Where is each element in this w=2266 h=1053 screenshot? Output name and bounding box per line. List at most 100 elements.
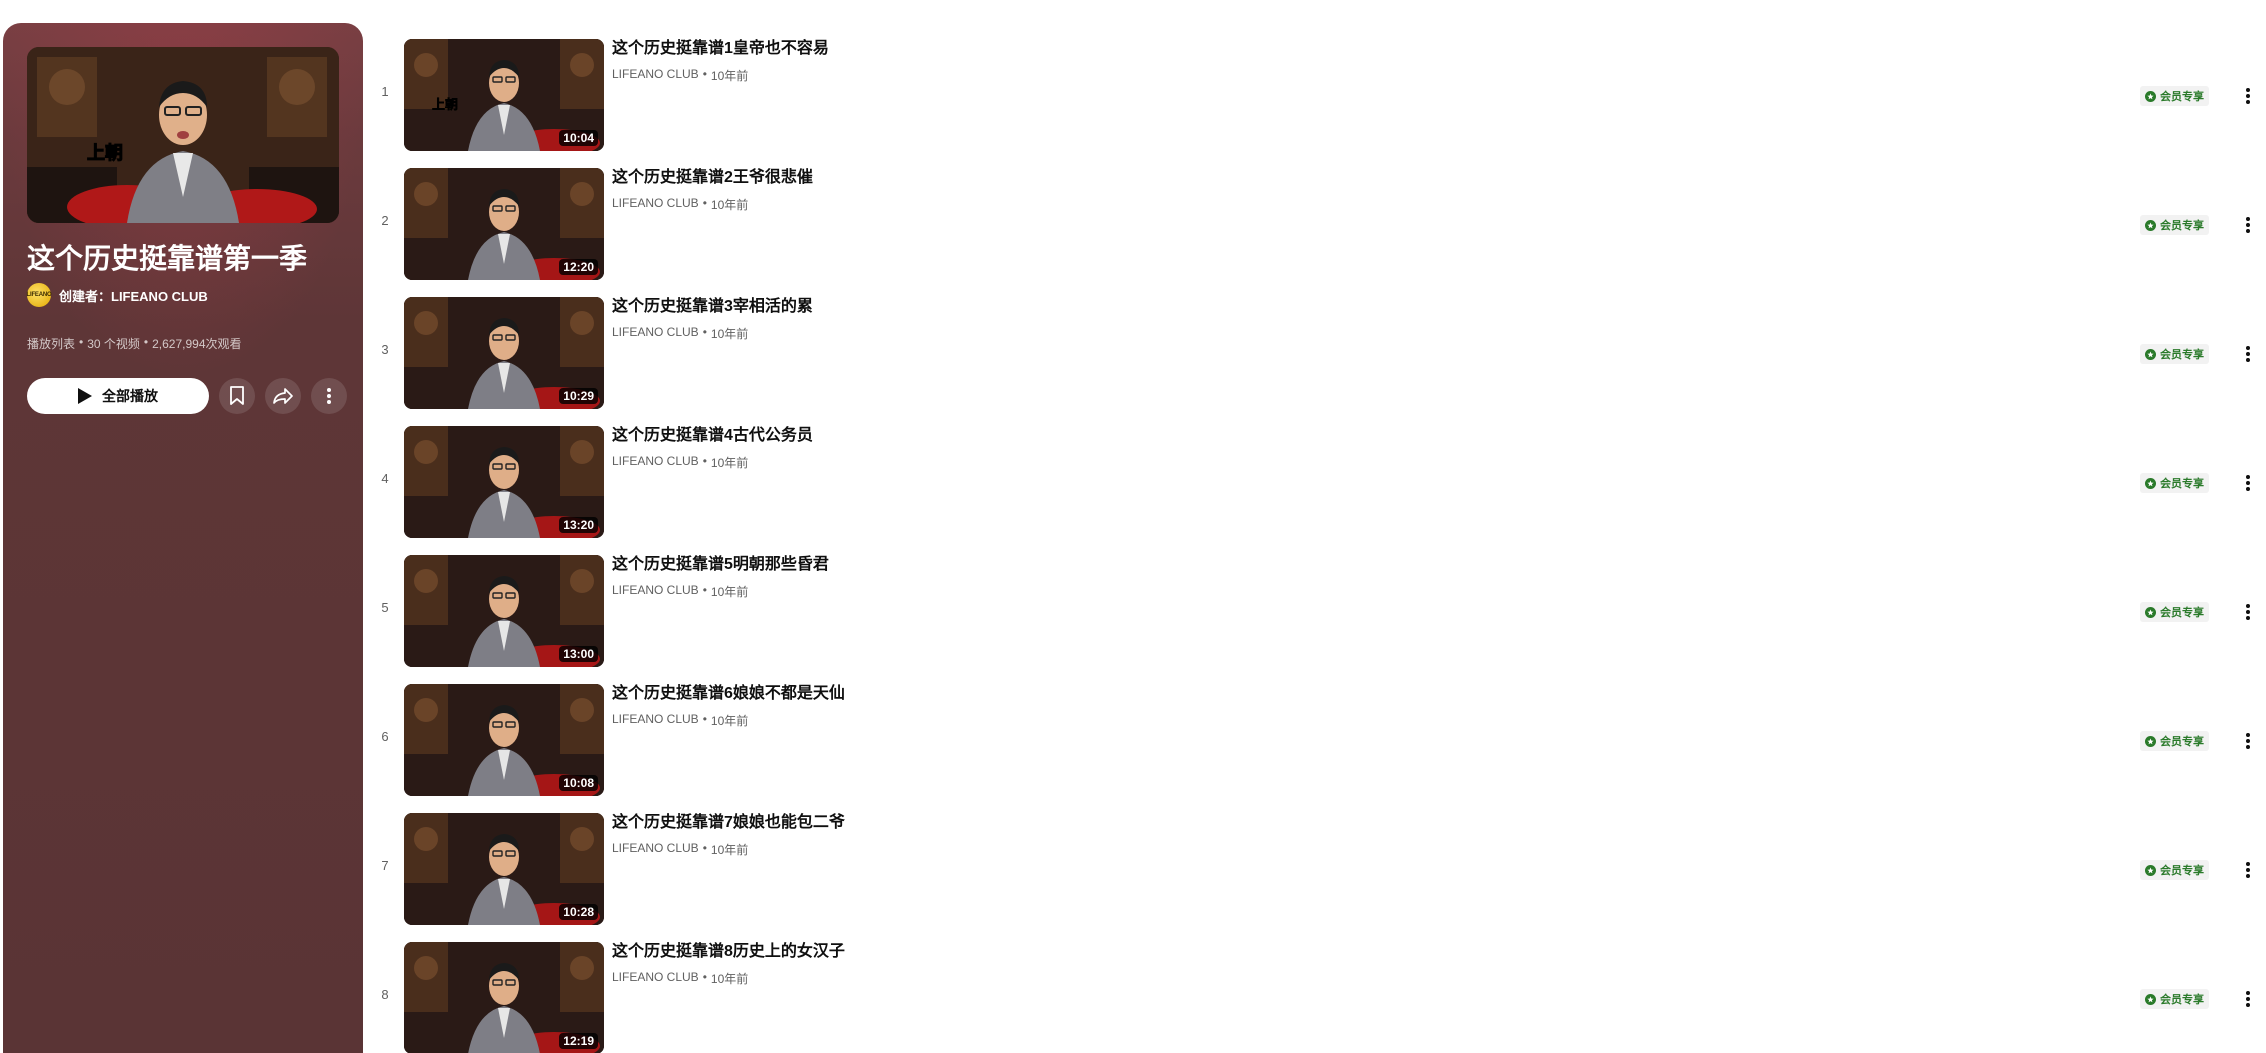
video-row[interactable]: 4 13:20 这个历史挺靠谱4古代公务员 LIFEANO CLUB • 10年… — [370, 421, 2260, 550]
more-vert-icon — [2246, 991, 2250, 1007]
video-more-button[interactable] — [2230, 465, 2266, 501]
video-index: 1 — [381, 84, 389, 99]
more-vert-icon — [2246, 862, 2250, 878]
video-index: 6 — [381, 729, 389, 744]
video-row[interactable]: 3 10:29 这个历史挺靠谱3宰相活的累 LIFEANO CLUB • 10年… — [370, 292, 2260, 421]
video-duration: 12:20 — [559, 259, 598, 275]
members-icon — [2145, 219, 2156, 231]
members-icon — [2145, 606, 2156, 618]
members-icon — [2145, 993, 2156, 1005]
video-title[interactable]: 这个历史挺靠谱6娘娘不都是天仙 — [612, 683, 845, 705]
video-title[interactable]: 这个历史挺靠谱8历史上的女汉子 — [612, 941, 845, 963]
save-playlist-button[interactable] — [219, 378, 255, 414]
video-age: 10年前 — [710, 198, 749, 212]
video-thumbnail[interactable]: 13:00 — [404, 555, 604, 667]
badge-label: 会员专享 — [2160, 349, 2204, 361]
video-more-button[interactable] — [2230, 852, 2266, 888]
video-more-button[interactable] — [2230, 594, 2266, 630]
video-row[interactable]: 5 13:00 这个历史挺靠谱5明朝那些昏君 LIFEANO CLUB • 10… — [370, 550, 2260, 679]
playlist-video-count: 30 个视频 — [87, 337, 140, 351]
members-icon — [2145, 348, 2156, 360]
svg-text:上朝: 上朝 — [87, 142, 123, 164]
video-thumbnail[interactable]: 10:29 — [404, 297, 604, 409]
video-row[interactable]: 1 上朝 10:04 这个历史挺靠谱1皇帝也不容易 LIFEANO CLUB •… — [370, 34, 2260, 163]
video-row[interactable]: 6 10:08 这个历史挺靠谱6娘娘不都是天仙 LIFEANO CLUB • 1… — [370, 679, 2260, 808]
play-all-button[interactable]: 全部播放 — [27, 378, 209, 414]
creator-label[interactable]: 创建者：LIFEANO CLUB — [59, 286, 208, 305]
video-thumbnail[interactable]: 13:20 — [404, 426, 604, 538]
video-title[interactable]: 这个历史挺靠谱2王爷很悲催 — [612, 167, 813, 189]
video-channel[interactable]: LIFEANO CLUB — [612, 970, 699, 987]
video-thumbnail[interactable]: 10:08 — [404, 684, 604, 796]
playlist-actions: 全部播放 — [27, 378, 347, 414]
video-channel[interactable]: LIFEANO CLUB — [612, 196, 699, 213]
members-only-badge: 会员专享 — [2140, 86, 2209, 106]
members-icon — [2145, 90, 2156, 102]
badge-label: 会员专享 — [2160, 865, 2204, 877]
video-title[interactable]: 这个历史挺靠谱1皇帝也不容易 — [612, 38, 829, 60]
video-info: 这个历史挺靠谱2王爷很悲催 LIFEANO CLUB • 10年前 — [612, 167, 813, 213]
playlist-creator[interactable]: LIFEANO 创建者：LIFEANO CLUB — [27, 283, 208, 307]
video-duration: 13:20 — [559, 517, 598, 533]
video-info: 这个历史挺靠谱8历史上的女汉子 LIFEANO CLUB • 10年前 — [612, 941, 845, 987]
share-button[interactable] — [265, 378, 301, 414]
video-channel[interactable]: LIFEANO CLUB — [612, 712, 699, 729]
video-age: 10年前 — [710, 327, 749, 341]
video-title[interactable]: 这个历史挺靠谱5明朝那些昏君 — [612, 554, 829, 576]
playlist-cover-thumbnail[interactable]: 上朝 — [27, 47, 339, 223]
video-thumbnail[interactable]: 12:20 — [404, 168, 604, 280]
playlist-title: 这个历史挺靠谱第一季 — [27, 243, 308, 274]
badge-label: 会员专享 — [2160, 91, 2204, 103]
members-icon — [2145, 864, 2156, 876]
video-more-button[interactable] — [2230, 723, 2266, 759]
video-duration: 12:19 — [559, 1033, 598, 1049]
video-channel[interactable]: LIFEANO CLUB — [612, 583, 699, 600]
video-thumbnail[interactable]: 12:19 — [404, 942, 604, 1053]
playlist-video-list: 1 上朝 10:04 这个历史挺靠谱1皇帝也不容易 LIFEANO CLUB •… — [370, 34, 2260, 1053]
video-title[interactable]: 这个历史挺靠谱7娘娘也能包二爷 — [612, 812, 845, 834]
badge-label: 会员专享 — [2160, 994, 2204, 1006]
creator-avatar[interactable]: LIFEANO — [27, 283, 52, 307]
video-channel[interactable]: LIFEANO CLUB — [612, 67, 699, 84]
video-thumbnail[interactable]: 上朝 10:04 — [404, 39, 604, 151]
video-info: 这个历史挺靠谱3宰相活的累 LIFEANO CLUB • 10年前 — [612, 296, 813, 342]
play-icon — [78, 388, 92, 404]
video-duration: 10:28 — [559, 904, 598, 920]
more-vert-icon — [2246, 733, 2250, 749]
video-meta: LIFEANO CLUB • 10年前 — [612, 454, 749, 471]
video-channel[interactable]: LIFEANO CLUB — [612, 841, 699, 858]
video-title[interactable]: 这个历史挺靠谱3宰相活的累 — [612, 296, 813, 318]
playlist-meta: 播放列表 • 30 个视频 • 2,627,994次观看 — [27, 335, 242, 351]
share-icon — [273, 388, 293, 404]
video-row[interactable]: 7 10:28 这个历史挺靠谱7娘娘也能包二爷 LIFEANO CLUB • 1… — [370, 808, 2260, 937]
cover-image: 上朝 — [27, 47, 339, 223]
video-index: 7 — [381, 858, 389, 873]
playlist-header-panel: 上朝 这个历史挺靠谱第一季 LIFEANO 创建者：LIFEANO CLUB 播… — [3, 23, 363, 1053]
video-index: 5 — [381, 600, 389, 615]
video-row[interactable]: 8 12:19 这个历史挺靠谱8历史上的女汉子 LIFEANO CLUB • 1… — [370, 937, 2260, 1053]
video-thumbnail[interactable]: 10:28 — [404, 813, 604, 925]
video-duration: 10:04 — [559, 130, 598, 146]
video-more-button[interactable] — [2230, 981, 2266, 1017]
playlist-type: 播放列表 — [27, 337, 76, 351]
members-only-badge: 会员专享 — [2140, 989, 2209, 1009]
bookmark-icon — [230, 386, 244, 405]
video-title[interactable]: 这个历史挺靠谱4古代公务员 — [612, 425, 813, 447]
video-more-button[interactable] — [2230, 78, 2266, 114]
video-more-button[interactable] — [2230, 207, 2266, 243]
video-row[interactable]: 2 12:20 这个历史挺靠谱2王爷很悲催 LIFEANO CLUB • 10年… — [370, 163, 2260, 292]
playlist-views: 2,627,994次观看 — [152, 337, 242, 351]
video-channel[interactable]: LIFEANO CLUB — [612, 454, 699, 471]
play-all-label: 全部播放 — [102, 388, 158, 404]
members-only-badge: 会员专享 — [2140, 344, 2209, 364]
video-channel[interactable]: LIFEANO CLUB — [612, 325, 699, 342]
more-actions-button[interactable] — [311, 378, 347, 414]
more-vert-icon — [2246, 88, 2250, 104]
video-meta: LIFEANO CLUB • 10年前 — [612, 970, 749, 987]
video-more-button[interactable] — [2230, 336, 2266, 372]
more-vert-icon — [2246, 346, 2250, 362]
video-meta: LIFEANO CLUB • 10年前 — [612, 196, 749, 213]
badge-label: 会员专享 — [2160, 607, 2204, 619]
members-only-badge: 会员专享 — [2140, 473, 2209, 493]
badge-label: 会员专享 — [2160, 220, 2204, 232]
